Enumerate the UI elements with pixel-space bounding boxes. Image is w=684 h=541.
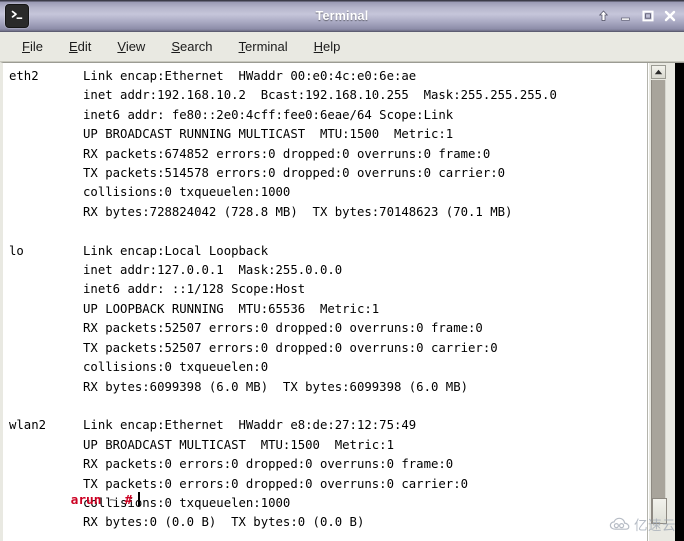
window-controls <box>597 0 676 32</box>
close-button[interactable] <box>663 10 676 23</box>
menu-item-terminal[interactable]: Terminal <box>239 39 288 54</box>
menu-search-rest: earch <box>180 39 213 54</box>
title-bar[interactable]: Terminal <box>0 0 684 32</box>
menu-item-view[interactable]: View <box>117 39 145 54</box>
terminal-window: Terminal File Edit View Search Terminal … <box>0 0 684 541</box>
prompt-symbol: # <box>124 493 133 508</box>
scroll-up-arrow-icon[interactable] <box>651 65 666 79</box>
scrollbar-trough[interactable] <box>651 80 667 524</box>
menu-bar: File Edit View Search Terminal Help <box>0 32 684 62</box>
prompt-user: arun <box>70 493 102 508</box>
menu-help-rest: elp <box>323 39 341 54</box>
window-title: Terminal <box>315 8 369 23</box>
window-right-gutter <box>667 63 675 541</box>
shade-button[interactable] <box>597 10 610 23</box>
menu-edit-rest: dit <box>77 39 92 54</box>
menu-search-mnemonic: S <box>171 39 180 54</box>
menu-terminal-rest: erminal <box>245 39 288 54</box>
menu-help-mnemonic: H <box>313 39 324 54</box>
minimize-button[interactable] <box>619 10 632 23</box>
vertical-scrollbar[interactable] <box>648 63 667 541</box>
menu-file-rest: ile <box>29 39 43 54</box>
terminal-body: eth2 Link encap:Ethernet HWaddr 00:e0:4c… <box>0 62 684 541</box>
terminal-screen[interactable]: eth2 Link encap:Ethernet HWaddr 00:e0:4c… <box>3 63 648 541</box>
menu-item-edit[interactable]: Edit <box>69 39 91 54</box>
text-cursor <box>138 492 140 506</box>
menu-view-rest: iew <box>125 39 146 54</box>
shell-prompt: arun ~ # <box>9 475 140 526</box>
menu-item-file[interactable]: File <box>22 39 43 54</box>
menu-item-help[interactable]: Help <box>314 39 341 54</box>
menu-view-mnemonic: V <box>117 39 126 54</box>
scrollbar-thumb[interactable] <box>652 498 667 524</box>
menu-file-mnemonic: F <box>22 39 30 54</box>
terminal-output: eth2 Link encap:Ethernet HWaddr 00:e0:4c… <box>9 69 557 530</box>
maximize-button[interactable] <box>641 10 654 23</box>
prompt-path: ~ <box>109 493 117 508</box>
menu-edit-mnemonic: E <box>68 39 78 54</box>
menu-item-search[interactable]: Search <box>171 39 212 54</box>
terminal-prompt-icon <box>5 3 29 28</box>
